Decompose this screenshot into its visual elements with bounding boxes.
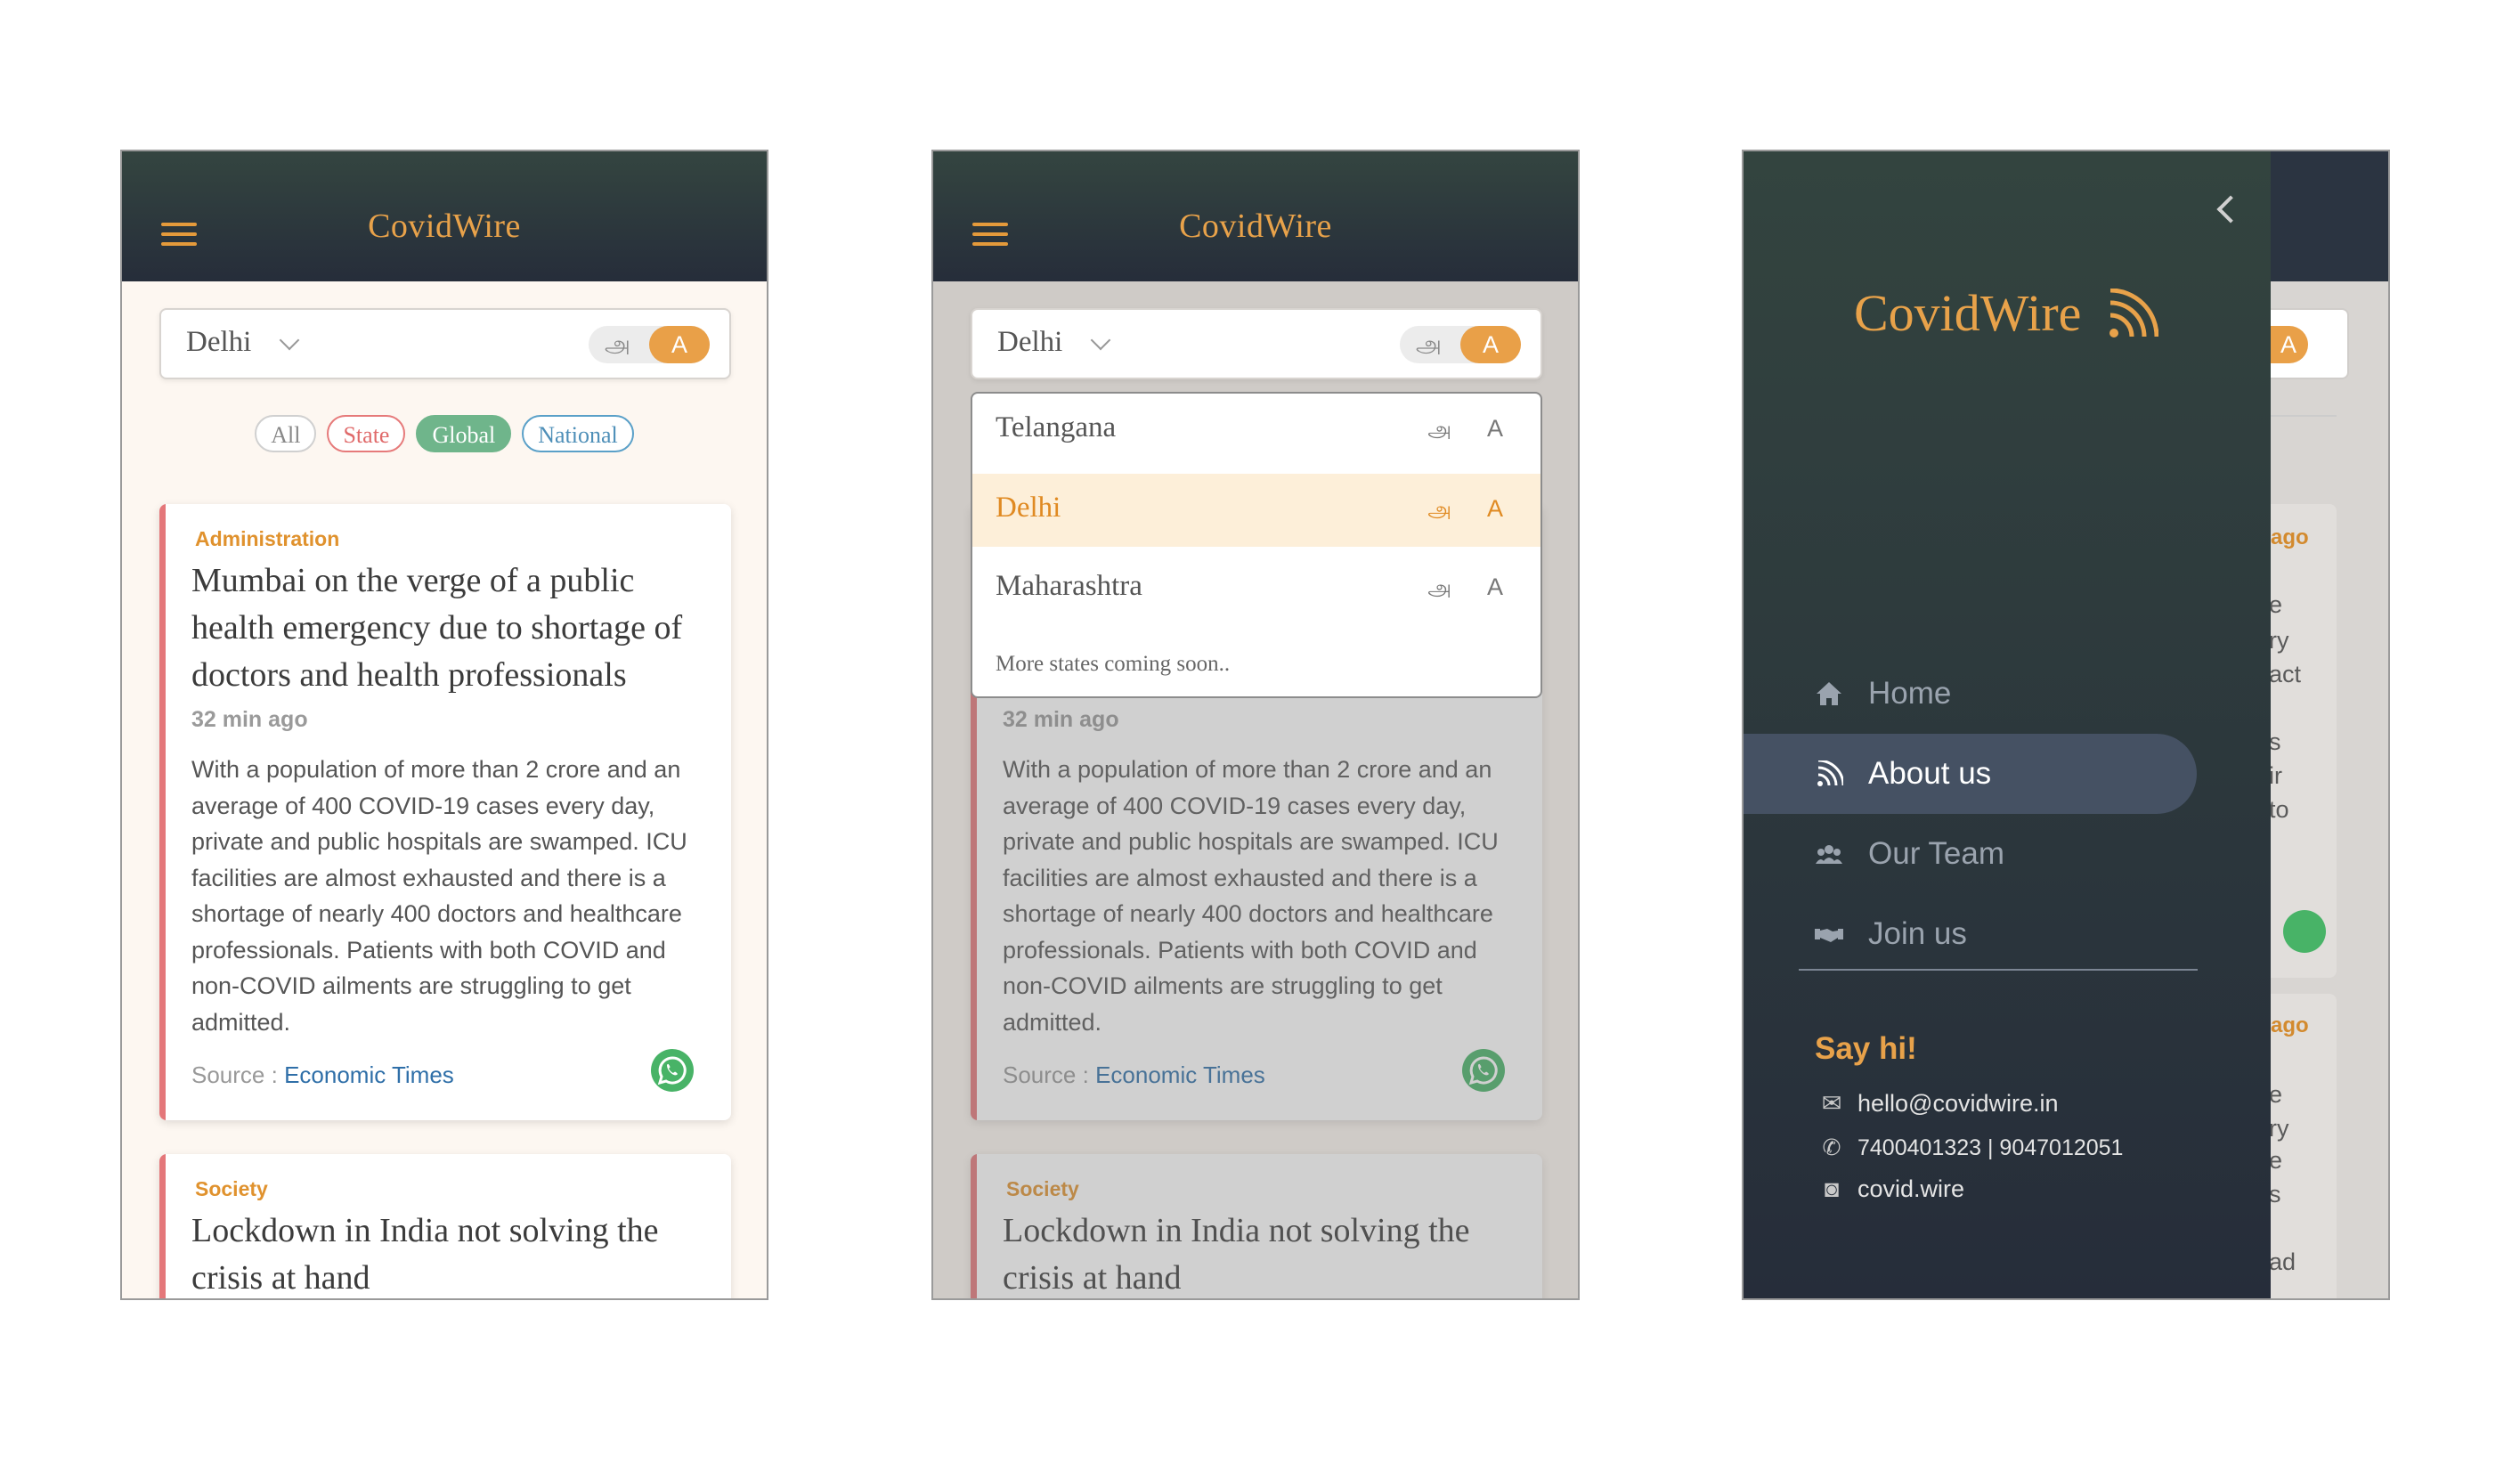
- news-title: Mumbai on the verge of a public health e…: [191, 562, 683, 694]
- peek-ago: ago: [2271, 1013, 2309, 1037]
- news-source: Source : Economic Times: [191, 1061, 454, 1089]
- news-title: Lockdown in India not solving the crisis…: [191, 1212, 659, 1297]
- peek-ago: ago: [2271, 525, 2309, 549]
- filter-state[interactable]: State: [327, 415, 406, 452]
- news-card[interactable]: Administration Mumbai on the verge of a …: [159, 504, 731, 1120]
- peek-fragment: ir: [2269, 762, 2282, 789]
- state-select-value: Delhi: [186, 326, 252, 358]
- mail-icon: ✉: [1821, 1090, 1842, 1117]
- news-category: Administration: [195, 527, 340, 550]
- dropdown-option-maharashtra[interactable]: Maharashtra அ A: [972, 552, 1540, 625]
- instagram-icon: ◙: [1824, 1175, 1840, 1202]
- rss-icon: [1817, 760, 1843, 786]
- language-toggle[interactable]: அ A: [1400, 326, 1521, 363]
- lang-tamil-option[interactable]: அ: [1416, 331, 1442, 361]
- option-english[interactable]: A: [1487, 573, 1503, 601]
- peek-fragment: ry: [2269, 1115, 2289, 1142]
- app-header: CovidWire: [933, 151, 1578, 281]
- whatsapp-share-icon[interactable]: [651, 1049, 694, 1092]
- drawer-item-label: Home: [1868, 676, 1952, 711]
- say-hi-heading: Say hi!: [1815, 1031, 1917, 1066]
- option-tamil[interactable]: அ: [1427, 417, 1451, 444]
- peek-fragment: s: [2269, 1181, 2281, 1208]
- option-label: Delhi: [996, 492, 1061, 524]
- phone-screen-news: CovidWire Delhi அ A All State Global Nation…: [120, 150, 768, 1300]
- filter-global[interactable]: Global: [416, 415, 512, 452]
- card-accent-bar: [159, 504, 166, 1120]
- lang-english-option[interactable]: A: [649, 326, 710, 363]
- contact-instagram[interactable]: ◙ covid.wire: [1820, 1175, 1964, 1203]
- filter-national[interactable]: National: [522, 415, 634, 452]
- app-header: CovidWire: [122, 151, 767, 281]
- lang-tamil-option[interactable]: அ: [605, 331, 630, 361]
- phone-text: 7400401323 | 9047012051: [1857, 1135, 2124, 1160]
- state-select-value: Delhi: [997, 326, 1063, 358]
- drawer-item-label: Our Team: [1868, 836, 2005, 871]
- card-accent-bar: [159, 1154, 166, 1298]
- peek-fragment: ad: [2269, 1248, 2296, 1275]
- option-label: Telangana: [996, 411, 1117, 443]
- back-chevron-icon[interactable]: [2216, 195, 2245, 224]
- app-header: [2269, 151, 2388, 281]
- peek-fragment: e: [2269, 1147, 2283, 1174]
- drawer-item-home[interactable]: Home: [1744, 654, 2197, 734]
- drawer-item-label: About us: [1868, 756, 1992, 791]
- handshake-icon: [1815, 929, 1843, 942]
- peek-fragment: to: [2269, 796, 2289, 823]
- drawer-item-team[interactable]: Our Team: [1744, 814, 2197, 894]
- contact-email[interactable]: ✉ hello@covidwire.in: [1820, 1090, 2059, 1118]
- state-select[interactable]: Delhi அ A: [971, 308, 1542, 379]
- team-icon: [1816, 845, 1842, 864]
- navigation-drawer: CovidWire Home About us Our Team Join us…: [1744, 151, 2271, 1298]
- peek-fragment: ry: [2269, 627, 2289, 654]
- drawer-item-join[interactable]: Join us: [1744, 894, 2197, 974]
- filter-all[interactable]: All: [255, 415, 317, 452]
- option-english[interactable]: A: [1487, 495, 1503, 523]
- dropdown-option-telangana[interactable]: Telangana அ A: [972, 394, 1540, 467]
- lang-english-option: A: [2269, 326, 2308, 363]
- language-toggle[interactable]: அ A: [589, 326, 710, 363]
- dropdown-option-delhi[interactable]: Delhi அ A: [972, 474, 1540, 547]
- peek-fragment: s: [2269, 728, 2281, 755]
- option-english[interactable]: A: [1487, 415, 1503, 443]
- news-body: With a population of more than 2 crore a…: [191, 756, 687, 1036]
- drawer-brand: CovidWire: [1854, 284, 2082, 342]
- home-icon: [1817, 682, 1841, 705]
- state-select-peek: A: [2269, 308, 2349, 379]
- lang-english-option[interactable]: A: [1460, 326, 1521, 363]
- app-title: CovidWire: [1179, 207, 1332, 245]
- drawer-item-about[interactable]: About us: [1744, 734, 2197, 814]
- chevron-down-icon: [1090, 329, 1111, 351]
- peek-fragment: e: [2269, 1081, 2283, 1108]
- dropdown-note: More states coming soon..: [996, 652, 1231, 676]
- filter-chips: All State Global National: [122, 415, 767, 452]
- news-time: 32 min ago: [191, 707, 308, 732]
- drawer-divider: [1799, 969, 2198, 971]
- drawer-item-label: Join us: [1868, 916, 1967, 951]
- state-dropdown: Telangana அ A Delhi அ A Maharashtra அ A …: [971, 392, 1542, 698]
- whatsapp-share-icon: [2283, 910, 2326, 953]
- phone-screen-dropdown: CovidWire Administration Mumbai on the v…: [931, 150, 1580, 1300]
- state-select[interactable]: Delhi அ A: [159, 308, 731, 379]
- source-link[interactable]: Economic Times: [284, 1061, 454, 1088]
- background-page-peek: A ago e ry act s ir to ago e ry e s ad: [2269, 151, 2388, 1298]
- phone-icon: ✆: [1822, 1135, 1841, 1160]
- option-label: Maharashtra: [996, 570, 1142, 602]
- contact-phone[interactable]: ✆ 7400401323 | 9047012051: [1820, 1134, 2124, 1161]
- news-card[interactable]: Society Lockdown in India not solving th…: [159, 1154, 731, 1298]
- rss-logo-icon: [2109, 289, 2158, 337]
- option-tamil[interactable]: அ: [1427, 575, 1451, 603]
- chevron-down-icon: [279, 329, 300, 351]
- phone-screen-drawer: A ago e ry act s ir to ago e ry e s ad C…: [1742, 150, 2390, 1300]
- option-tamil[interactable]: அ: [1427, 497, 1451, 525]
- peek-fragment: act: [2269, 661, 2302, 687]
- news-category: Society: [195, 1177, 268, 1200]
- app-title: CovidWire: [368, 207, 521, 245]
- email-text: hello@covidwire.in: [1857, 1090, 2059, 1117]
- peek-fragment: e: [2269, 591, 2283, 618]
- source-label: Source :: [191, 1061, 278, 1088]
- instagram-text: covid.wire: [1857, 1175, 1965, 1202]
